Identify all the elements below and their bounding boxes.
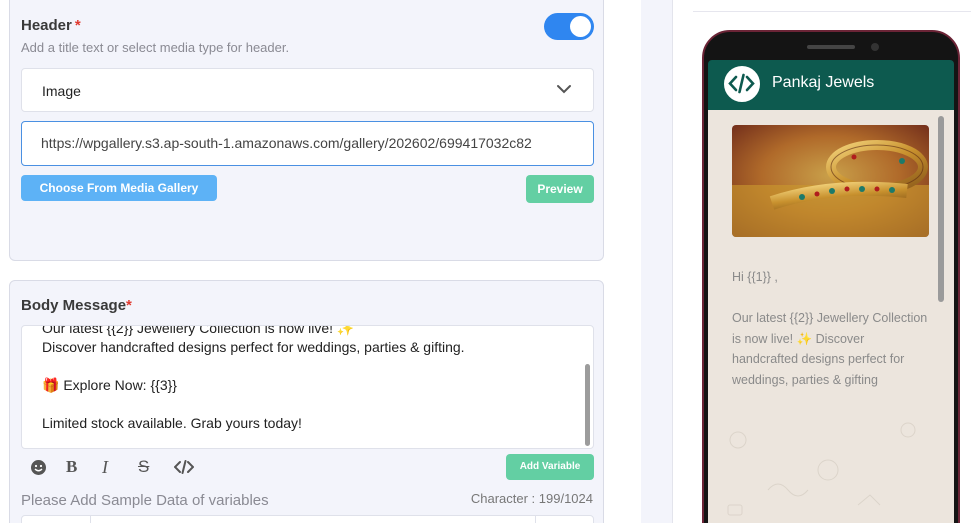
header-title: Header * bbox=[21, 17, 81, 34]
media-type-select[interactable]: Image bbox=[21, 68, 594, 112]
textarea-scrollbar[interactable] bbox=[585, 364, 590, 446]
chat-header: Pankaj Jewels bbox=[708, 60, 954, 110]
header-toggle[interactable] bbox=[544, 13, 594, 40]
header-subtitle: Add a title text or select media type fo… bbox=[21, 40, 290, 55]
body-line-4: Limited stock available. Grab yours toda… bbox=[42, 415, 302, 431]
bold-icon[interactable]: B bbox=[66, 457, 102, 477]
template-editor: Header * Add a title text or select media… bbox=[0, 0, 612, 523]
message-paragraph: Our latest {{2}} Jewellery Collection is… bbox=[732, 311, 928, 387]
business-avatar bbox=[723, 65, 761, 103]
choose-media-gallery-button[interactable]: Choose From Media Gallery bbox=[21, 175, 217, 201]
phone-camera bbox=[871, 43, 879, 51]
chat-area: Hi {{1}} , Our latest {{2}} Jewellery Co… bbox=[708, 110, 954, 523]
emoji-icon[interactable] bbox=[30, 457, 66, 477]
body-line-2: Discover handcrafted designs perfect for… bbox=[42, 339, 465, 355]
media-url-input[interactable]: https://wpgallery.s3.ap-south-1.amazonaw… bbox=[21, 121, 594, 166]
header-card: Header * Add a title text or select media… bbox=[9, 0, 604, 261]
code-icon[interactable] bbox=[174, 457, 210, 477]
character-count: Character : 199/1024 bbox=[470, 491, 593, 506]
phone-speaker bbox=[807, 45, 855, 49]
preview-button[interactable]: Preview bbox=[526, 175, 594, 203]
chat-scrollbar[interactable] bbox=[938, 116, 944, 302]
add-variable-button[interactable]: Add Variable bbox=[506, 454, 594, 480]
strikethrough-icon[interactable]: S bbox=[138, 457, 174, 477]
message-text: Hi {{1}} , Our latest {{2}} Jewellery Co… bbox=[732, 267, 932, 390]
body-line-1: Our latest {{2}} Jewellery Collection is… bbox=[42, 325, 355, 336]
body-card: Body Message* Our latest {{2}} Jewellery… bbox=[9, 280, 604, 523]
message-greeting: Hi {{1}} , bbox=[732, 270, 778, 284]
body-line-3: 🎁 Explore Now: {{3}} bbox=[42, 377, 177, 393]
body-title: Body Message* bbox=[21, 297, 132, 314]
sample-data-label: Please Add Sample Data of variables bbox=[21, 492, 269, 509]
chevron-down-icon bbox=[557, 85, 571, 94]
message-bubble: Hi {{1}} , Our latest {{2}} Jewellery Co… bbox=[722, 118, 933, 418]
header-image bbox=[732, 125, 929, 237]
media-type-value: Image bbox=[42, 83, 81, 99]
sample-data-row[interactable] bbox=[21, 515, 594, 523]
business-name: Pankaj Jewels bbox=[772, 74, 875, 91]
body-message-textarea[interactable]: Our latest {{2}} Jewellery Collection is… bbox=[21, 325, 594, 449]
format-toolbar: B I S bbox=[30, 457, 210, 477]
italic-icon[interactable]: I bbox=[102, 457, 138, 477]
